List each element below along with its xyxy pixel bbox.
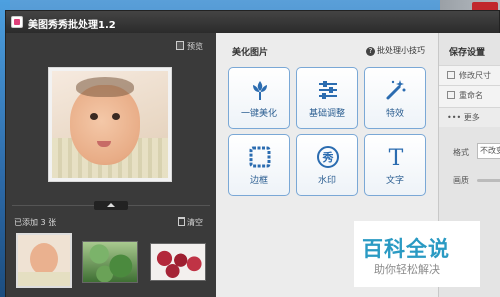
preview-icon [176, 41, 184, 50]
flower-icon [253, 81, 267, 100]
section-title: 美化图片 [232, 48, 269, 58]
quality-slider[interactable] [477, 179, 500, 182]
thumbnail-tree[interactable] [82, 241, 138, 283]
preview-frame [48, 67, 172, 182]
preview-hair [76, 77, 134, 97]
format-label: 格式 [453, 148, 469, 157]
resize-option[interactable]: 修改尺寸 [439, 65, 500, 85]
tips-label: 批处理小技巧 [377, 46, 425, 55]
thumbnail-baby[interactable] [16, 233, 72, 288]
tool-frame[interactable]: 边框 [228, 134, 290, 196]
magic-wand-icon [386, 80, 406, 100]
preview-label: 预览 [187, 42, 203, 51]
thumbnail-image [83, 242, 137, 282]
preview-face [70, 85, 140, 165]
tool-label: 边框 [249, 176, 268, 186]
tool-label: 特效 [385, 109, 404, 119]
watermark-logo: 百科全说 [362, 237, 450, 261]
tool-label: 一键美化 [240, 109, 277, 119]
text-glyph: T [389, 146, 404, 169]
title-bar[interactable]: 美图秀秀批处理1.2 [6, 11, 499, 33]
tool-effects[interactable]: 特效 [364, 67, 426, 129]
preview-image [52, 71, 168, 178]
tips-link[interactable]: ? 批处理小技巧 [366, 45, 425, 56]
format-select[interactable]: 不改变格式 [477, 143, 500, 159]
added-count-label: 已添加 3 张 [14, 218, 57, 227]
text-icon: T [389, 146, 404, 169]
window-title: 美图秀秀批处理1.2 [28, 20, 116, 31]
tool-text[interactable]: T 文字 [364, 134, 426, 196]
tool-watermark[interactable]: 秀 水印 [296, 134, 358, 196]
resize-icon [447, 71, 455, 79]
collapse-toggle-button[interactable] [94, 201, 128, 210]
watermark-glyph: 秀 [322, 150, 334, 164]
trash-icon [178, 217, 185, 226]
preview-eye-left [90, 113, 98, 120]
thumbnail-dates[interactable] [150, 243, 206, 281]
resize-label: 修改尺寸 [459, 71, 491, 80]
tool-one-click-beautify[interactable]: 一键美化 [228, 67, 290, 129]
tool-label: 文字 [385, 176, 404, 186]
watermark-subtitle: 助你轻松解决 [374, 263, 440, 276]
left-panel: 预览 已添加 3 张 清空 [6, 33, 216, 297]
tool-label: 水印 [317, 176, 336, 186]
rename-icon [447, 91, 455, 99]
save-settings-title: 保存设置 [449, 48, 486, 58]
clear-label: 清空 [187, 218, 203, 227]
help-icon: ? [366, 47, 375, 56]
tool-basic-adjust[interactable]: 基础调整 [296, 67, 358, 129]
preview-button[interactable]: 预览 [176, 41, 203, 52]
more-option[interactable]: ••• 更多 [439, 107, 500, 127]
quality-label: 画质 [453, 176, 469, 185]
app-logo-icon [11, 16, 23, 28]
rename-option[interactable]: 重命名 [439, 85, 500, 107]
sliders-icon [319, 81, 337, 99]
rename-label: 重命名 [459, 91, 483, 100]
frame-icon [249, 146, 271, 168]
thumbnail-list [16, 233, 211, 293]
batch-window: 美图秀秀批处理1.2 预览 已添加 3 张 清空 美化图片 ? 批处理小技巧 一… [5, 10, 500, 297]
site-watermark: 百科全说 助你轻松解决 [354, 221, 480, 287]
thumbnail-image [18, 235, 70, 286]
tool-label: 基础调整 [308, 109, 345, 119]
thumbnail-image [151, 244, 205, 280]
preview-eye-right [112, 113, 120, 120]
watermark-icon: 秀 [317, 146, 339, 168]
clear-button[interactable]: 清空 [178, 217, 203, 228]
